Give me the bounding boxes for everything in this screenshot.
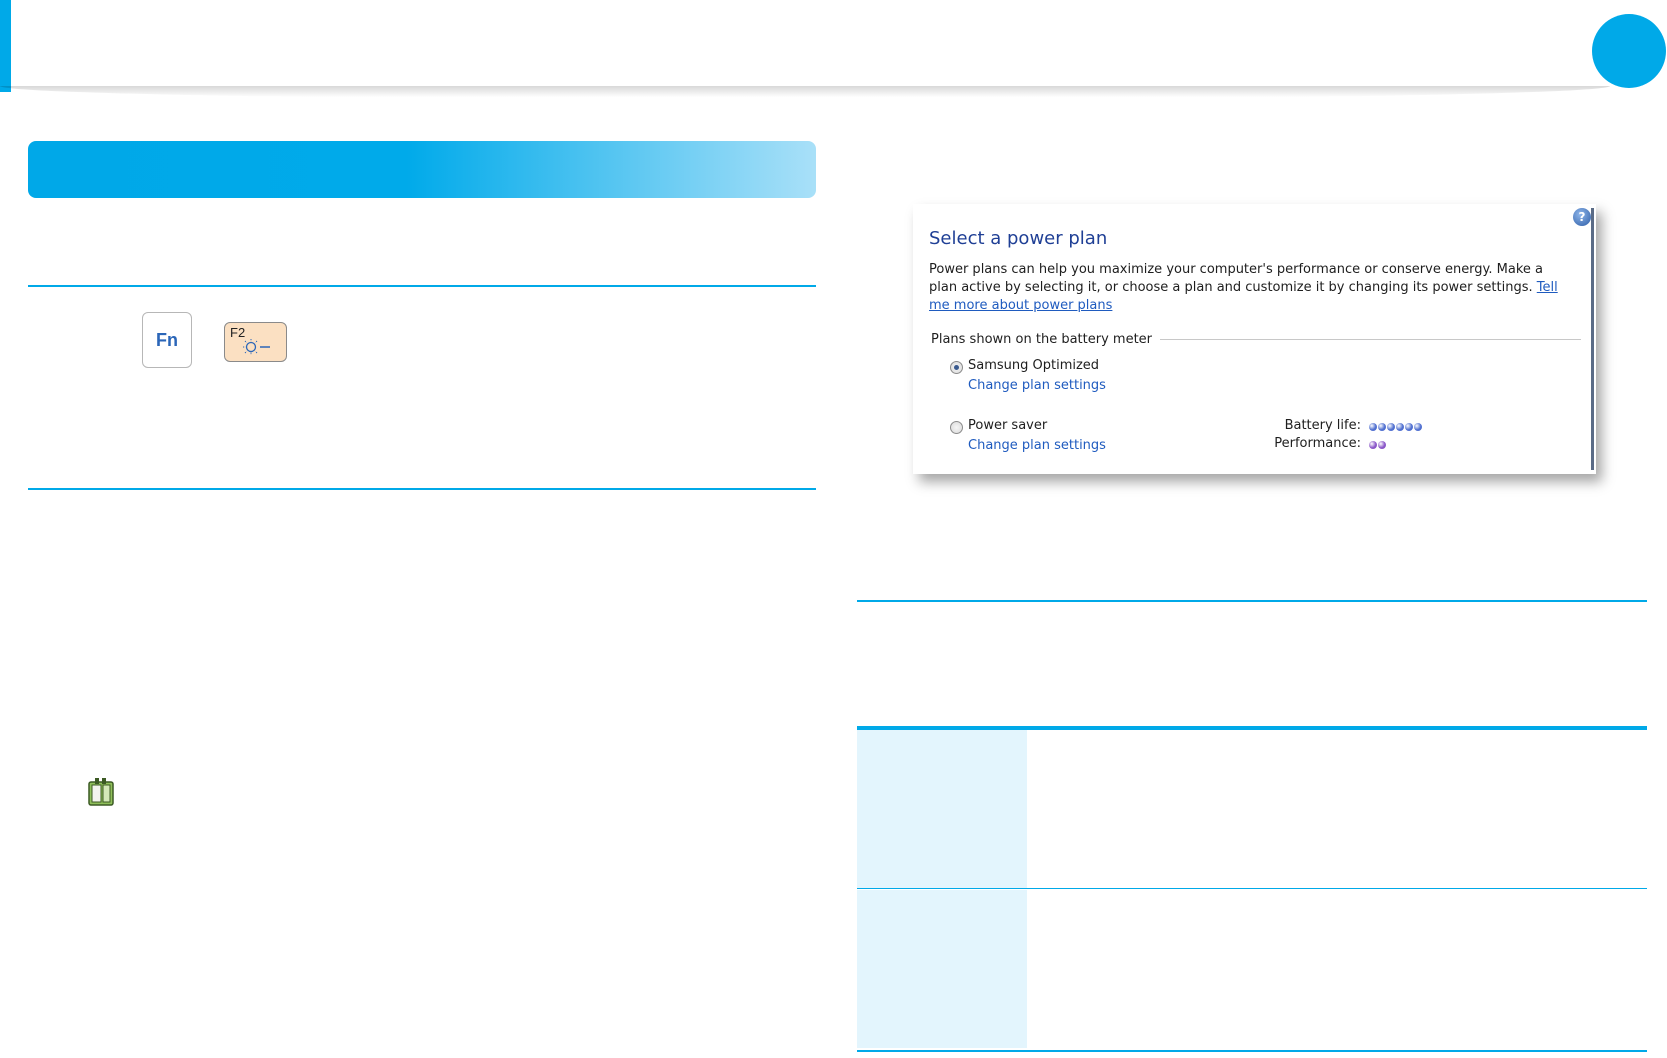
battery-life-rating [1369,423,1422,431]
dialog-title: Select a power plan [929,228,1108,249]
performance-dot [1378,441,1386,449]
f2-key-label: F2 [230,325,246,340]
battery-plug-icon [88,778,114,806]
dialog-scroll-edge [1591,208,1594,470]
fn-key: Fn [142,312,192,368]
table-label-cell-1 [857,730,1027,888]
radio-samsung-optimized[interactable] [950,361,963,374]
battery-life-dot [1405,423,1413,431]
radio-power-saver[interactable] [950,421,963,434]
table-row-divider [857,888,1647,889]
battery-life-label: Battery life: [1284,418,1361,433]
dialog-description: Power plans can help you maximize your c… [929,261,1567,315]
performance-rating [1369,441,1386,449]
battery-life-dot [1378,423,1386,431]
battery-life-dot [1369,423,1377,431]
section-divider-top [28,285,816,287]
group-label: Plans shown on the battery meter [931,332,1161,347]
f2-key: F2 [224,322,287,362]
power-plan-dialog: ? Select a power plan Power plans can he… [913,204,1596,474]
table-top-border [857,726,1647,730]
change-plan-settings-link-1[interactable]: Change plan settings [968,378,1106,393]
battery-life-dot [1387,423,1395,431]
description-text: Power plans can help you maximize your c… [929,262,1544,295]
brightness-down-icon [243,339,270,355]
section-divider-bottom [28,488,816,490]
section-title-bar [28,141,816,198]
change-plan-settings-link-2[interactable]: Change plan settings [968,438,1106,453]
performance-dot [1369,441,1377,449]
plan-name-samsung-optimized: Samsung Optimized [968,358,1100,373]
battery-life-dot [1396,423,1404,431]
performance-label: Performance: [1274,436,1361,451]
battery-life-dot [1414,423,1422,431]
table-label-cell-2 [857,890,1027,1048]
header-accent-bar [0,0,11,92]
table-bottom-border [857,1050,1647,1052]
page-number-badge [1592,14,1666,88]
right-section-divider [857,600,1647,602]
fn-key-label: Fn [156,329,178,350]
plan-name-power-saver: Power saver [968,418,1048,433]
header-divider [0,86,1610,100]
help-icon[interactable]: ? [1573,208,1591,226]
